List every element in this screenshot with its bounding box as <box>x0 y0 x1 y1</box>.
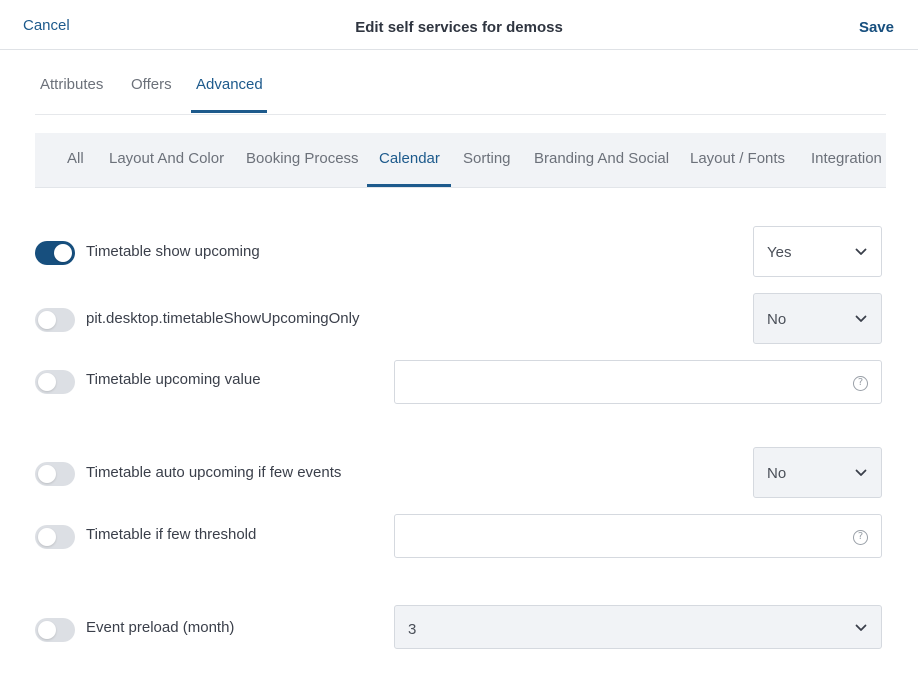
top-bar: Cancel Edit self services for demoss Sav… <box>0 0 918 50</box>
setting-row-event-preload: Event preload (month) 3 <box>35 605 882 649</box>
toggle-knob <box>38 311 56 329</box>
toggle-switch[interactable] <box>35 618 75 642</box>
setting-row-timetable-auto-upcoming: Timetable auto upcoming if few events No <box>35 447 882 498</box>
help-icon[interactable]: ? <box>853 376 868 391</box>
setting-select[interactable]: No <box>753 447 882 498</box>
setting-text-input[interactable]: ? <box>394 360 882 404</box>
toggle-switch[interactable] <box>35 370 75 394</box>
main-tabs: Attributes Offers Advanced <box>35 60 886 115</box>
setting-row-timetable-upcoming-value: Timetable upcoming value ? <box>35 360 882 404</box>
select-value: No <box>767 311 787 328</box>
setting-label: Timetable auto upcoming if few events <box>86 464 342 481</box>
active-subtab-indicator <box>367 184 451 187</box>
toggle-switch[interactable] <box>35 241 75 265</box>
chevron-down-icon <box>855 315 867 322</box>
setting-row-timetable-show-upcoming-only: pit.desktop.timetableShowUpcomingOnly No <box>35 293 882 344</box>
setting-row-timetable-show-upcoming: Timetable show upcoming Yes <box>35 226 882 277</box>
subtab-all[interactable]: All <box>67 150 84 167</box>
save-button[interactable]: Save <box>859 19 894 36</box>
toggle-knob <box>54 244 72 262</box>
help-icon[interactable]: ? <box>853 530 868 545</box>
toggle-switch[interactable] <box>35 525 75 549</box>
subtab-branding-and-social[interactable]: Branding And Social <box>534 150 669 167</box>
chevron-down-icon <box>855 248 867 255</box>
select-value: 3 <box>408 621 417 638</box>
toggle-switch[interactable] <box>35 308 75 332</box>
setting-select[interactable]: 3 <box>394 605 882 649</box>
setting-label: Timetable show upcoming <box>86 243 260 260</box>
setting-row-timetable-if-few-threshold: Timetable if few threshold ? <box>35 514 882 558</box>
advanced-subtabs: All Layout And Color Booking Process Cal… <box>35 133 886 188</box>
chevron-down-icon <box>855 624 867 631</box>
tab-attributes[interactable]: Attributes <box>40 76 103 93</box>
subtab-calendar[interactable]: Calendar <box>379 150 440 167</box>
subtab-integration[interactable]: Integration <box>811 150 882 167</box>
setting-select[interactable]: No <box>753 293 882 344</box>
subtab-layout-and-color[interactable]: Layout And Color <box>109 150 224 167</box>
toggle-knob <box>38 373 56 391</box>
page-title: Edit self services for demoss <box>355 19 563 36</box>
setting-label: Event preload (month) <box>86 619 235 636</box>
setting-select[interactable]: Yes <box>753 226 882 277</box>
select-value: No <box>767 465 787 482</box>
toggle-knob <box>38 465 56 483</box>
toggle-switch[interactable] <box>35 462 75 486</box>
tab-advanced[interactable]: Advanced <box>196 76 263 93</box>
subtab-booking-process[interactable]: Booking Process <box>246 150 359 167</box>
setting-text-input[interactable]: ? <box>394 514 882 558</box>
tab-offers[interactable]: Offers <box>131 76 172 93</box>
subtab-layout-fonts[interactable]: Layout / Fonts <box>690 150 785 167</box>
chevron-down-icon <box>855 469 867 476</box>
setting-label: pit.desktop.timetableShowUpcomingOnly <box>86 310 360 327</box>
subtab-sorting[interactable]: Sorting <box>463 150 511 167</box>
active-tab-indicator <box>191 110 267 113</box>
setting-label: Timetable if few threshold <box>86 526 257 543</box>
select-value: Yes <box>767 244 792 261</box>
setting-label: Timetable upcoming value <box>86 371 261 388</box>
toggle-knob <box>38 621 56 639</box>
toggle-knob <box>38 528 56 546</box>
